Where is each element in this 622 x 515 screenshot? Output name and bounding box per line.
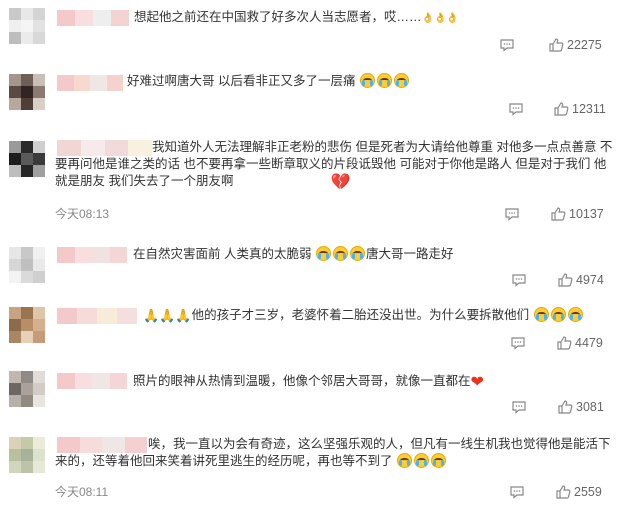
like-button[interactable]: 22275	[548, 37, 602, 53]
like-count: 12311	[572, 102, 606, 116]
comment-icon	[500, 39, 514, 52]
comment-text: 照片的眼神从热情到温暖，他像个邻居大哥哥，就像一直都在❤	[133, 374, 484, 391]
thumbs-up-icon	[558, 273, 573, 287]
comment-text: 好难过啊唐大哥 以后看非正又多了一层痛	[127, 73, 597, 90]
like-button[interactable]: 4974	[557, 272, 604, 288]
reply-button[interactable]	[511, 399, 527, 415]
username[interactable]	[57, 247, 127, 263]
avatar[interactable]	[9, 437, 45, 473]
thumbs-up-icon	[556, 485, 571, 499]
reply-button[interactable]	[504, 206, 520, 222]
like-button[interactable]: 2559	[555, 484, 602, 500]
like-count: 22275	[567, 38, 602, 52]
avatar[interactable]	[9, 8, 45, 44]
crying-emoji-icon	[393, 73, 409, 88]
crying-emoji-icon	[349, 246, 365, 261]
comment-item: 想起他之前还在中国救了好多次人当志愿者，哎……👌👌👌 22275	[0, 0, 622, 63]
heart-icon: ❤	[470, 374, 484, 391]
comment-text: 🙏🙏🙏他的孩子才三岁，老婆怀着二胎还没出世。为什么要拆散他们	[143, 307, 613, 324]
praying-hands-icon: 🙏	[159, 308, 176, 323]
username[interactable]	[57, 308, 137, 324]
like-button[interactable]: 12311	[553, 101, 606, 117]
comment-icon	[505, 208, 519, 221]
comment-text: 想起他之前还在中国救了好多次人当志愿者，哎……👌👌👌	[134, 10, 459, 24]
comment-item: 唉，我一直以为会有奇迹，这么坚强乐观的人，但凡有一线生机我也觉得他是能活下来的，…	[0, 425, 622, 515]
avatar[interactable]	[9, 74, 45, 110]
crying-emoji-icon	[567, 307, 583, 322]
thumbs-up-icon	[549, 38, 564, 52]
thumbs-up-icon	[554, 102, 569, 116]
thumbs-up-icon	[557, 336, 572, 350]
comment-text: 在自然灾害面前 人类真的太脆弱 唐大哥一路走好	[133, 246, 454, 261]
username[interactable]	[57, 373, 127, 389]
broken-heart-icon: 💔	[330, 174, 351, 191]
like-count: 4479	[575, 336, 603, 350]
praying-hands-icon: 🙏	[175, 308, 192, 323]
avatar[interactable]	[9, 371, 45, 407]
comment-item: 我知道外人无法理解非正老粉的悲伤 但是死者为大请给他尊重 对他多一点点善意 不要…	[0, 119, 622, 236]
comment-icon	[512, 274, 526, 287]
thumbs-up-icon	[558, 400, 573, 414]
comment-icon	[510, 486, 524, 499]
crying-emoji-icon	[359, 73, 375, 88]
comment-icon	[511, 337, 525, 350]
crying-emoji-icon	[315, 246, 331, 261]
reply-button[interactable]	[508, 101, 524, 117]
comment-item: 🙏🙏🙏他的孩子才三岁，老婆怀着二胎还没出世。为什么要拆散他们 4479	[0, 296, 622, 357]
comment-text: 我知道外人无法理解非正老粉的悲伤 但是死者为大请给他尊重 对他多一点点善意 不要…	[55, 140, 613, 191]
comment-item: 照片的眼神从热情到温暖，他像个邻居大哥哥，就像一直都在❤ 3081	[0, 357, 622, 425]
like-button[interactable]: 4479	[556, 335, 603, 351]
comment-icon	[512, 401, 526, 414]
timestamp: 今天08:11	[55, 485, 109, 499]
avatar[interactable]	[9, 307, 45, 343]
like-button[interactable]: 10137	[550, 206, 604, 222]
comment-icon	[509, 103, 523, 116]
reply-button[interactable]	[511, 272, 527, 288]
crying-emoji-icon	[332, 246, 348, 261]
avatar[interactable]	[9, 247, 45, 283]
praying-hands-icon: 🙏	[143, 308, 160, 323]
like-count: 4974	[576, 273, 604, 287]
crying-emoji-icon	[550, 307, 566, 322]
like-button[interactable]: 3081	[557, 399, 604, 415]
avatar[interactable]	[9, 141, 45, 177]
username[interactable]	[57, 75, 123, 91]
like-count: 2559	[574, 485, 602, 499]
like-count: 3081	[576, 400, 604, 414]
reply-button[interactable]	[509, 484, 525, 500]
thumbs-up-icon	[551, 207, 566, 221]
comment-item: 在自然灾害面前 人类真的太脆弱 唐大哥一路走好 4974	[0, 236, 622, 296]
timestamp: 今天08:13	[55, 207, 110, 221]
like-count: 10137	[569, 207, 604, 221]
crying-emoji-icon	[376, 73, 392, 88]
reply-button[interactable]	[510, 335, 526, 351]
comment-item: 好难过啊唐大哥 以后看非正又多了一层痛 12311	[0, 63, 622, 119]
crying-emoji-icon	[414, 453, 429, 468]
username[interactable]	[57, 10, 129, 26]
reply-button[interactable]	[499, 37, 515, 53]
crying-emoji-icon	[431, 453, 446, 468]
comment-text: 唉，我一直以为会有奇迹，这么坚强乐观的人，但凡有一线生机我也觉得他是能活下来的，…	[55, 437, 611, 468]
crying-emoji-icon	[397, 453, 412, 468]
crying-emoji-icon	[533, 307, 549, 322]
